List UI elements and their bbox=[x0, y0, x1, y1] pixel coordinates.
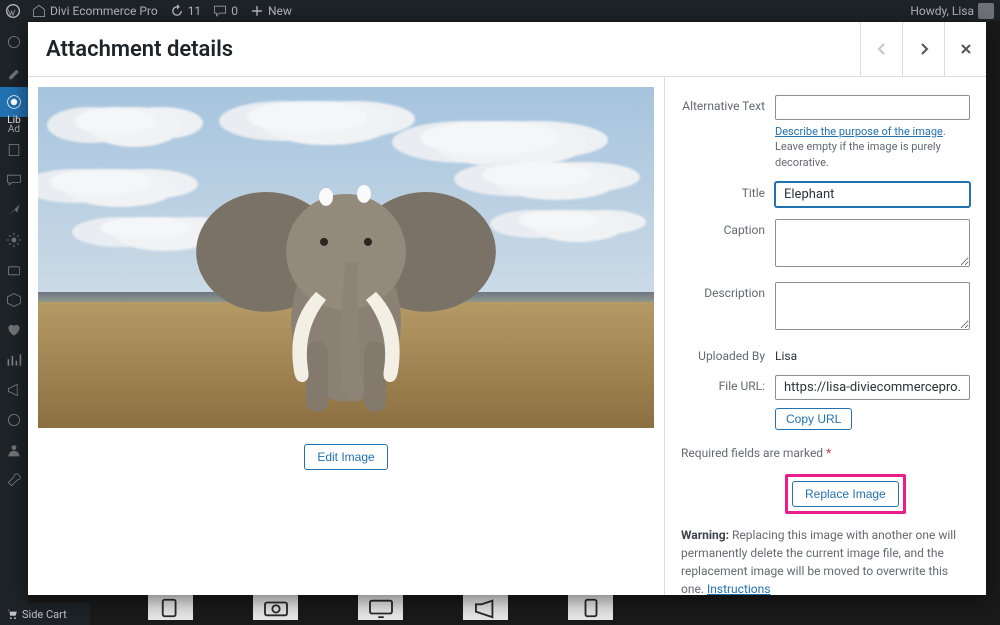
howdy-user[interactable]: Howdy, Lisa bbox=[910, 3, 994, 19]
avatar bbox=[978, 3, 994, 19]
admin-bar: Divi Ecommerce Pro 11 0 New Howdy, Lisa bbox=[0, 0, 1000, 21]
alt-text-help-link[interactable]: Describe the purpose of the image bbox=[775, 125, 943, 138]
description-label: Description bbox=[681, 282, 775, 333]
menu-tools-icon[interactable] bbox=[0, 465, 28, 495]
caption-label: Caption bbox=[681, 219, 775, 270]
file-url-label: File URL: bbox=[681, 375, 775, 430]
caption-input[interactable] bbox=[775, 219, 970, 267]
close-modal-button[interactable] bbox=[944, 22, 986, 76]
new-content[interactable]: New bbox=[250, 4, 292, 18]
site-name[interactable]: Divi Ecommerce Pro bbox=[32, 4, 158, 18]
menu-projects-icon[interactable] bbox=[0, 195, 28, 225]
attachment-details-modal: Attachment details bbox=[28, 22, 986, 595]
description-input[interactable] bbox=[775, 282, 970, 330]
title-input[interactable] bbox=[775, 182, 970, 207]
required-fields-note: Required fields are marked * bbox=[681, 446, 970, 460]
wp-logo[interactable] bbox=[6, 4, 20, 18]
alt-text-help: Describe the purpose of the image. Leave… bbox=[775, 124, 970, 170]
menu-dashboard-icon[interactable] bbox=[0, 27, 28, 57]
menu-generic-icon[interactable] bbox=[0, 255, 28, 285]
title-label: Title bbox=[681, 182, 775, 207]
menu-media-sublabel: Ad bbox=[8, 124, 20, 135]
alt-text-label: Alternative Text bbox=[681, 95, 775, 170]
prev-attachment-button[interactable] bbox=[860, 22, 902, 76]
modal-header: Attachment details bbox=[28, 22, 986, 77]
background-thumbs bbox=[28, 595, 1000, 625]
uploaded-by-label: Uploaded By bbox=[681, 345, 775, 363]
menu-megaphone-icon[interactable] bbox=[0, 375, 28, 405]
replace-image-highlight: Replace Image bbox=[785, 474, 906, 514]
menu-posts-icon[interactable] bbox=[0, 57, 28, 87]
next-attachment-button[interactable] bbox=[902, 22, 944, 76]
comments[interactable]: 0 bbox=[213, 4, 238, 18]
menu-settings-icon[interactable] bbox=[0, 225, 28, 255]
menu-comments-icon[interactable] bbox=[0, 165, 28, 195]
copy-url-button[interactable]: Copy URL bbox=[775, 408, 852, 430]
menu-heart-icon[interactable] bbox=[0, 315, 28, 345]
preview-pane: Edit Image bbox=[28, 77, 664, 595]
menu-users-icon[interactable] bbox=[0, 435, 28, 465]
file-url-input[interactable] bbox=[775, 375, 970, 400]
replace-warning: Warning: Replacing this image with anoth… bbox=[681, 526, 970, 595]
attachment-preview-image bbox=[38, 87, 654, 428]
updates[interactable]: 11 bbox=[170, 4, 202, 18]
admin-sidebar: Lib Ad bbox=[0, 21, 28, 625]
edit-image-button[interactable]: Edit Image bbox=[304, 444, 387, 470]
menu-pages-icon[interactable] bbox=[0, 135, 28, 165]
menu-box-icon[interactable] bbox=[0, 285, 28, 315]
menu-divi-icon[interactable] bbox=[0, 405, 28, 435]
instructions-link[interactable]: Instructions bbox=[707, 582, 770, 595]
menu-stats-icon[interactable] bbox=[0, 345, 28, 375]
side-cart[interactable]: Side Cart bbox=[0, 603, 90, 625]
details-pane: Alternative Text Describe the purpose of… bbox=[664, 77, 986, 595]
modal-title: Attachment details bbox=[28, 23, 251, 76]
uploaded-by-value: Lisa bbox=[775, 345, 970, 363]
replace-image-button[interactable]: Replace Image bbox=[792, 481, 899, 507]
alt-text-input[interactable] bbox=[775, 95, 970, 120]
menu-media-icon[interactable] bbox=[0, 87, 28, 117]
